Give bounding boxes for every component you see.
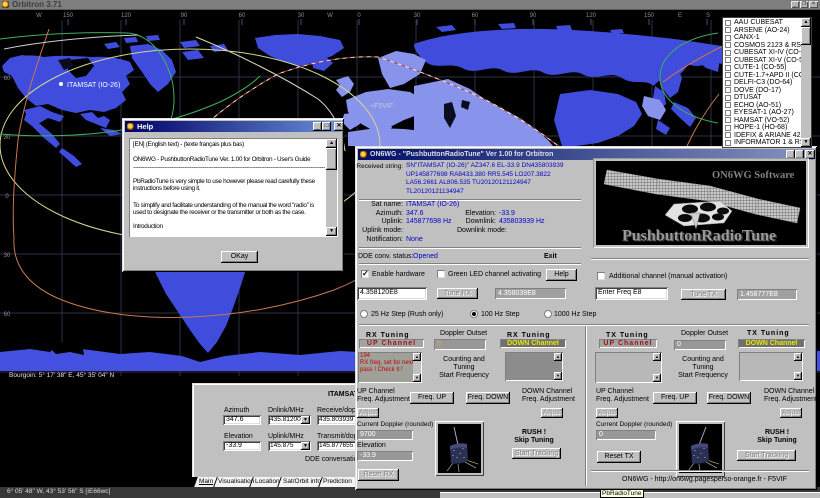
svg-text:Bourgoin: 5° 17' 38" E, 45° 35: Bourgoin: 5° 17' 38" E, 45° 35' 04" N — [9, 371, 114, 379]
svg-text:150: 150 — [63, 13, 74, 19]
svg-text:30: 30 — [4, 253, 11, 259]
svg-text:60: 60 — [239, 13, 246, 19]
svg-text:W: W — [327, 13, 333, 19]
svg-text:90: 90 — [530, 13, 537, 19]
svg-text:60: 60 — [4, 76, 11, 82]
svg-text:30: 30 — [298, 13, 305, 19]
svg-text:90: 90 — [181, 13, 188, 19]
svg-text:30: 30 — [414, 13, 421, 19]
svg-text:30: 30 — [4, 135, 11, 141]
svg-text:ITAMSAT (IO-26): ITAMSAT (IO-26) — [67, 82, 120, 89]
svg-text:PushbuttonRadioTune: PushbuttonRadioTune — [622, 228, 776, 245]
svg-text:ON6WG Software: ON6WG Software — [712, 170, 795, 181]
svg-text:60: 60 — [4, 312, 11, 318]
svg-text:60: 60 — [472, 13, 479, 19]
svg-text:W: W — [36, 13, 42, 19]
svg-text:+F5VIF: +F5VIF — [370, 103, 393, 110]
svg-text:S: S — [706, 13, 710, 19]
svg-text:150: 150 — [644, 13, 655, 19]
svg-text:E: E — [678, 13, 682, 19]
svg-text:120: 120 — [586, 13, 597, 19]
svg-text:120: 120 — [121, 13, 132, 19]
